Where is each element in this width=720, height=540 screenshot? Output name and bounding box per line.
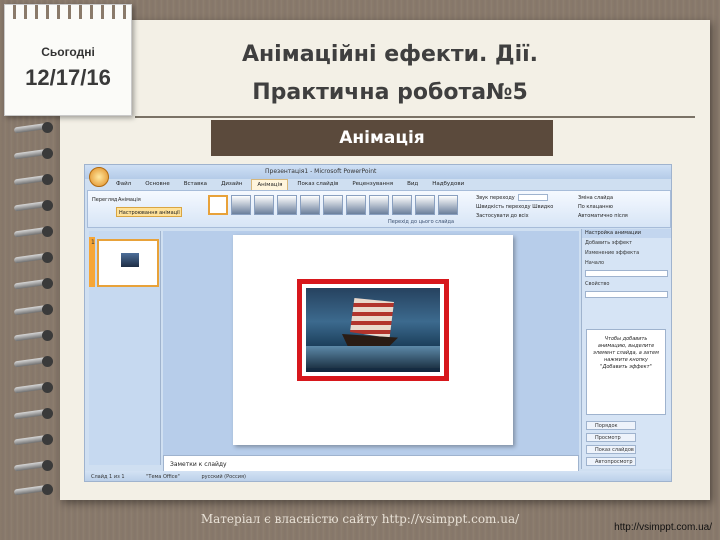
tab-review[interactable]: Рецензування [347,179,398,190]
slide-thumbnail[interactable] [97,239,159,287]
powerpoint-screenshot: Презентація1 - Microsoft PowerPoint Файл… [84,164,672,482]
start-label: Начало [585,260,605,266]
binder-ring [12,406,58,422]
slide-canvas[interactable] [233,235,513,445]
transition-thumb[interactable] [438,195,458,215]
transition-thumb[interactable] [254,195,274,215]
status-slide-info: Слайд 1 из 1 [91,474,125,480]
transition-gallery [208,195,458,215]
footer-source: Матеріал є власністю сайту http://vsimpp… [200,512,520,526]
window-title: Презентація1 - Microsoft PowerPoint [85,165,671,179]
status-bar: Слайд 1 из 1 "Тема Office" русский (Росс… [85,471,671,481]
binder-ring [12,354,58,370]
binder-ring [12,302,58,318]
binder-ring [12,146,58,162]
sound-label: Звук переходу [476,195,515,201]
on-click-checkbox[interactable]: По клацанню [578,203,668,212]
tab-home[interactable]: Основне [140,179,175,190]
sea-wave [306,346,440,368]
date-note: Сьогодні 12/17/16 [4,4,132,116]
slide-number: 1 [91,239,95,246]
tab-addins[interactable]: Надбудови [427,179,469,190]
binder-ring [12,380,58,396]
binder-ring [12,432,58,448]
binder-ring [12,250,58,266]
footer-url[interactable]: http://vsimppt.com.ua/ [614,522,712,533]
tab-view[interactable]: Вид [402,179,423,190]
ship-picture[interactable] [306,288,440,372]
preview-label: Перегляд [92,197,118,203]
sound-field[interactable] [517,194,548,201]
ribbon: Перегляд Анімація Настроювання анімації … [87,190,671,228]
transition-thumb[interactable] [323,195,343,215]
property-label: Свойство [585,281,610,287]
note-perforation [5,5,131,19]
title-underline [135,116,695,118]
tab-design[interactable]: Дизайн [216,179,247,190]
selected-picture-frame[interactable] [297,279,449,381]
speed-value[interactable]: Швидко [532,204,553,210]
transition-thumb[interactable] [415,195,435,215]
play-button[interactable]: Просмотр [586,433,636,442]
start-select[interactable] [585,270,668,277]
task-pane-title: Настройка анимации [582,229,671,238]
binder-ring [12,482,58,498]
ribbon-group-label: Перехід до цього слайда [388,219,455,225]
slideshow-button[interactable]: Показ слайдов [586,445,636,454]
reorder-button[interactable]: Порядок [586,421,636,430]
advance-label: Зміна слайда [578,195,614,201]
status-language: русский (Россия) [201,474,246,480]
binder-ring [12,328,58,344]
animation-list[interactable]: Чтобы добавить анимацию, выделите элемен… [586,329,666,415]
subtitle-bar: Анімація [211,120,553,156]
custom-animation-pane: Настройка анимации Добавить эффект Измен… [581,229,671,469]
binder-rings [12,120,62,500]
binder-ring [12,198,58,214]
ship-sail [350,298,394,338]
transition-thumb[interactable] [300,195,320,215]
transition-thumb[interactable] [369,195,389,215]
transition-thumb[interactable] [392,195,412,215]
tab-file[interactable]: Файл [111,179,136,190]
add-effect-button[interactable]: Добавить эффект [582,238,671,248]
note-date: 12/17/16 [25,65,111,90]
thumbnail-image [121,253,139,267]
tab-slideshow[interactable]: Показ слайдів [292,179,343,190]
transition-thumb[interactable] [277,195,297,215]
binder-ring [12,276,58,292]
ribbon-tabs: Файл Основне Вставка Дизайн Анімація Пок… [111,179,671,190]
advance-options: Зміна слайда По клацанню Автоматично піс… [578,194,668,221]
slides-pane: 1 [89,231,161,465]
slide-title: Анімаційні ефекти. Дії. Практична робота… [241,42,539,105]
status-theme: "Тема Office" [146,474,180,480]
binder-ring [12,172,58,188]
preview-button[interactable]: Перегляд [90,195,117,219]
binder-ring [12,120,58,136]
tab-animation[interactable]: Анімація [251,179,289,190]
animate-dropdown[interactable]: Анімація [116,195,182,205]
tab-insert[interactable]: Вставка [179,179,212,190]
note-label: Сьогодні [41,45,95,59]
transition-thumb[interactable] [231,195,251,215]
auto-advance-checkbox[interactable]: Автоматично після [578,212,668,221]
property-select[interactable] [585,291,668,298]
binder-ring [12,224,58,240]
speed-label: Швидкість переходу [476,204,531,210]
binder-ring [12,458,58,474]
transition-thumb[interactable] [208,195,228,215]
change-effect-label: Изменение эффекта [585,250,640,256]
custom-animation-button[interactable]: Настроювання анімації [116,207,182,217]
transition-thumb[interactable] [346,195,366,215]
office-button-icon[interactable] [89,167,109,187]
slide-editor [163,231,579,457]
autopreview-checkbox[interactable]: Автопросмотр [586,457,636,466]
